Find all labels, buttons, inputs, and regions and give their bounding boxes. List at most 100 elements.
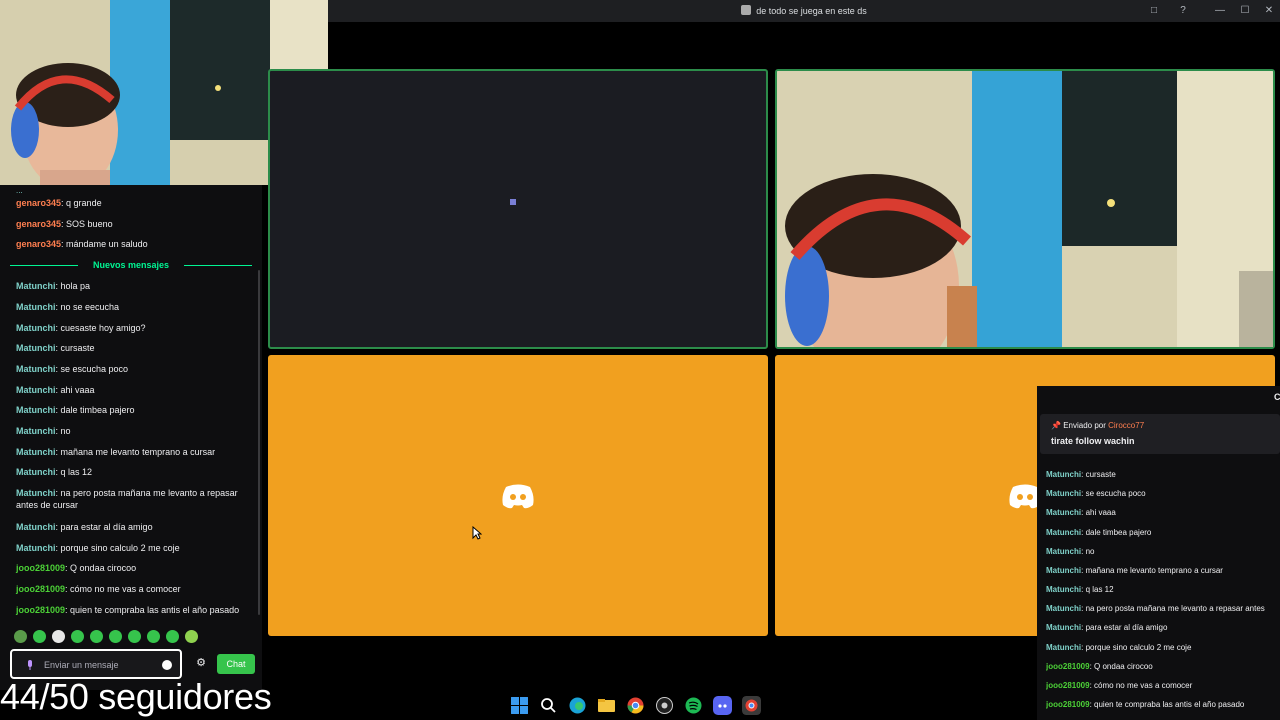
pin-icon: 📌 xyxy=(1051,421,1064,430)
chat-username[interactable]: genaro345 xyxy=(16,239,61,249)
emote-icon[interactable] xyxy=(128,630,141,643)
overlay-message: Matunchi: cursaste xyxy=(1046,470,1116,479)
chat-input-placeholder: Enviar un mensaje xyxy=(44,660,119,670)
chat-send-button[interactable]: Chat xyxy=(217,654,255,674)
overlay-message: Matunchi: se escucha poco xyxy=(1046,489,1146,498)
chat-message: Matunchi: no se eecucha xyxy=(16,302,120,312)
video-tile-3[interactable] xyxy=(268,355,768,636)
chat-username[interactable]: Matunchi xyxy=(16,467,56,477)
minimize-button[interactable]: — xyxy=(1206,0,1234,22)
chat-username[interactable]: Matunchi xyxy=(16,281,56,291)
window-title: de todo se juega en este ds xyxy=(328,0,1280,22)
chat-message: Matunchi: se escucha poco xyxy=(16,364,129,374)
chat-scrollbar[interactable] xyxy=(258,270,260,615)
windows-start-icon[interactable] xyxy=(510,696,529,715)
discord-icon[interactable] xyxy=(713,695,732,715)
chat-message: Matunchi: ahi vaaa xyxy=(16,385,95,395)
pinned-text: tirate follow wachin xyxy=(1051,436,1135,446)
file-explorer-icon[interactable] xyxy=(597,696,616,715)
chat-username[interactable]: jooo281009 xyxy=(16,584,65,594)
chat-message: Matunchi: dale timbea pajero xyxy=(16,405,135,415)
overlay-message: jooo281009: cómo no me vas a comocer xyxy=(1046,681,1193,690)
chat-partial-message: ... xyxy=(16,186,23,195)
chat-username[interactable]: Matunchi xyxy=(16,543,56,553)
spotify-icon[interactable] xyxy=(684,696,703,715)
overlay-message: jooo281009: Q ondaa cirocoo xyxy=(1046,662,1153,671)
chat-username[interactable]: Matunchi xyxy=(16,522,56,532)
chat-username[interactable]: genaro345 xyxy=(16,198,61,208)
overlay-message: Matunchi: para estar al día amigo xyxy=(1046,623,1168,632)
chrome-icon[interactable] xyxy=(626,696,645,715)
chat-username[interactable]: Matunchi xyxy=(16,302,56,312)
gear-icon[interactable]: ⚙ xyxy=(194,656,208,670)
chat-message: Matunchi: hola pa xyxy=(16,281,91,291)
emote-icon[interactable] xyxy=(71,630,84,643)
chat-message: Matunchi: na pero posta mañana me levant… xyxy=(16,488,238,510)
chat-message: jooo281009: quien te compraba las antis … xyxy=(16,605,240,615)
chat-message: jooo281009: Q ondaa cirocoo xyxy=(16,563,137,573)
pinned-message: 📌 Enviado por Cirocco77 tirate follow wa… xyxy=(1040,414,1280,454)
chat-username[interactable]: genaro345 xyxy=(16,219,61,229)
chat-username[interactable]: Matunchi xyxy=(16,323,56,333)
chat-message: Matunchi: q las 12 xyxy=(16,467,93,477)
inbox-icon[interactable]: □ xyxy=(1140,0,1168,22)
chat-username[interactable]: Matunchi xyxy=(16,385,56,395)
pinned-sender[interactable]: Cirocco77 xyxy=(1108,421,1144,430)
emote-icon[interactable] xyxy=(185,630,198,643)
camera-feed-image xyxy=(777,71,1273,347)
emote-icon[interactable] xyxy=(52,630,65,643)
chat-username[interactable]: Matunchi xyxy=(16,364,56,374)
emote-icon[interactable] xyxy=(14,630,27,643)
search-icon[interactable] xyxy=(539,696,558,715)
overlay-corner-label: C xyxy=(1274,392,1280,402)
chat-message: genaro345: mándame un saludo xyxy=(16,239,148,249)
emote-icon[interactable] xyxy=(147,630,160,643)
overlay-message: Matunchi: no xyxy=(1046,547,1095,556)
chat-username[interactable]: Matunchi xyxy=(16,426,56,436)
discord-icon xyxy=(502,484,534,509)
chat-username[interactable]: Matunchi xyxy=(16,447,56,457)
overlay-message: jooo281009: quien te compraba las antis … xyxy=(1046,700,1245,709)
emote-icon[interactable] xyxy=(109,630,122,643)
emoji-icon[interactable] xyxy=(162,660,172,670)
emote-icon[interactable] xyxy=(166,630,179,643)
chat-username[interactable]: Matunchi xyxy=(16,488,56,498)
overlay-message: Matunchi: q las 12 xyxy=(1046,585,1114,594)
chat-message: Matunchi: cursaste xyxy=(16,343,95,353)
chat-message: genaro345: SOS bueno xyxy=(16,219,113,229)
overlay-message: Matunchi: na pero posta mañana me levant… xyxy=(1046,604,1265,613)
overlay-message: Matunchi: dale timbea pajero xyxy=(1046,528,1152,537)
chrome-app-icon[interactable] xyxy=(742,695,761,715)
video-tile-2[interactable] xyxy=(775,69,1275,349)
mouse-cursor-icon xyxy=(472,526,482,540)
emote-bar xyxy=(14,630,204,644)
chat-message: jooo281009: cómo no me vas a comocer xyxy=(16,584,181,594)
chat-overlay: C 📌 Enviado por Cirocco77 tirate follow … xyxy=(1037,386,1280,720)
chat-message: Matunchi: para estar al día amigo xyxy=(16,522,153,532)
overlay-message: Matunchi: porque sino calculo 2 me coje xyxy=(1046,643,1192,652)
help-icon[interactable]: ? xyxy=(1169,0,1197,22)
chat-message: genaro345: q grande xyxy=(16,198,102,208)
server-icon xyxy=(741,5,752,15)
follower-goal-counter: 44/50 seguidores xyxy=(0,676,272,717)
chat-message-input[interactable]: Enviar un mensaje xyxy=(10,649,182,679)
chat-username[interactable]: Matunchi xyxy=(16,343,56,353)
obs-icon[interactable] xyxy=(655,696,674,715)
emote-icon[interactable] xyxy=(33,630,46,643)
overlay-message: Matunchi: mañana me levanto temprano a c… xyxy=(1046,566,1223,575)
chat-username[interactable]: Matunchi xyxy=(16,405,56,415)
chat-username[interactable]: jooo281009 xyxy=(16,605,65,615)
close-button[interactable]: ✕ xyxy=(1255,0,1280,22)
edge-icon[interactable] xyxy=(568,696,587,715)
chat-message: Matunchi: porque sino calculo 2 me coje xyxy=(16,543,180,553)
taskbar xyxy=(510,692,774,718)
mic-icon[interactable] xyxy=(26,660,34,670)
chat-username[interactable]: jooo281009 xyxy=(16,563,65,573)
window-title-bar: de todo se juega en este ds □ ? — ☐ ✕ xyxy=(328,0,1280,22)
screen-share-indicator xyxy=(510,199,516,205)
chat-message: Matunchi: cuesaste hoy amigo? xyxy=(16,323,146,333)
video-tile-1[interactable] xyxy=(268,69,768,349)
emote-icon[interactable] xyxy=(90,630,103,643)
chat-message: Matunchi: no xyxy=(16,426,71,436)
new-messages-divider: Nuevos mensajes xyxy=(10,258,252,272)
